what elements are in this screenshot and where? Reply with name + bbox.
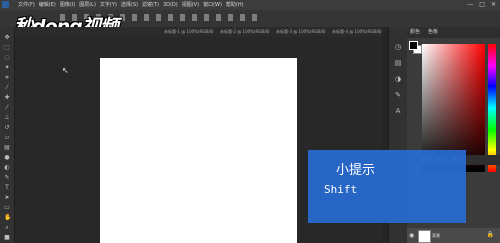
blur-tool-icon[interactable]: ●: [4, 155, 10, 161]
menu-bar: 文件(F) 编辑(E) 图像(I) 图层(L) 文字(Y) 选择(S) 滤镜(T…: [0, 0, 500, 10]
color-panel-tabs: 颜色 色板: [407, 27, 500, 38]
menu-type[interactable]: 文字(Y): [100, 1, 117, 9]
tab-swatches[interactable]: 色板: [428, 29, 438, 36]
layer-name: 背景: [432, 233, 440, 238]
layer-row-background[interactable]: ◉ 背景 🔒: [407, 228, 500, 243]
menu-help[interactable]: 帮助(H): [226, 1, 244, 9]
tip-overlay: 小提示 Shift: [308, 150, 466, 223]
close-button[interactable]: ✕: [491, 1, 496, 9]
menu-window[interactable]: 窗口(W): [203, 1, 222, 9]
menu-3d[interactable]: 3D(D): [163, 1, 178, 9]
tools-panel: ✥ ⬚ ◌ ✦ ⌗ ⁄ ✚ ⁄ ⊥ ↺ ▱ ▤ ● ◐ ✎ T ➤ ▭ ✋ ⌕ …: [0, 27, 15, 243]
zoom-tool-icon[interactable]: ⌕: [4, 225, 10, 231]
dodge-tool-icon[interactable]: ◐: [4, 165, 10, 171]
menu-select[interactable]: 选择(S): [121, 1, 138, 9]
character-panel-icon[interactable]: A: [394, 107, 402, 115]
distribute-center-icon[interactable]: [144, 14, 149, 21]
visibility-eye-icon[interactable]: ◉: [409, 232, 414, 239]
mouse-cursor-icon: ↖: [62, 66, 69, 75]
distribute-left-icon[interactable]: [132, 14, 137, 21]
tab-doc-3[interactable]: 未标题-3 @ 100%(RGB/8): [276, 28, 326, 36]
brush-panel-icon[interactable]: ✎: [394, 91, 402, 99]
magic-wand-tool-icon[interactable]: ✦: [4, 65, 10, 71]
foreground-color-swatch[interactable]: [409, 41, 418, 50]
brush-tool-icon[interactable]: ⁄: [4, 105, 10, 111]
foreground-background-icon[interactable]: ■: [4, 235, 10, 241]
tab-doc-1[interactable]: 未标题-1 @ 100%(RGB/8): [164, 28, 214, 36]
clone-stamp-tool-icon[interactable]: ⊥: [4, 115, 10, 121]
distribute-middle-icon[interactable]: [180, 14, 185, 21]
distribute-bottom-icon[interactable]: [192, 14, 197, 21]
document-tabs: 未标题-1 @ 100%(RGB/8) 未标题-2 @ 100%(RGB/8) …: [14, 27, 382, 37]
minimize-button[interactable]: —: [467, 1, 473, 9]
adjustments-panel-icon[interactable]: ◑: [394, 75, 402, 83]
3d-roll-icon[interactable]: [240, 14, 245, 21]
move-tool-icon[interactable]: ✥: [4, 35, 10, 41]
menu-filter[interactable]: 滤镜(T): [142, 1, 159, 9]
type-tool-icon[interactable]: T: [4, 185, 10, 191]
hue-slider[interactable]: [488, 44, 496, 172]
history-brush-tool-icon[interactable]: ↺: [4, 125, 10, 131]
healing-brush-tool-icon[interactable]: ✚: [4, 95, 10, 101]
3d-rotate-icon[interactable]: [228, 14, 233, 21]
tab-doc-2[interactable]: 未标题-2 @ 100%(RGB/8): [220, 28, 270, 36]
crop-tool-icon[interactable]: ⌗: [4, 75, 10, 81]
align-bottom-icon[interactable]: [120, 14, 125, 21]
menu-view[interactable]: 视图(V): [182, 1, 199, 9]
lock-icon: 🔒: [486, 231, 494, 238]
pen-tool-icon[interactable]: ✎: [4, 175, 10, 181]
eyedropper-tool-icon[interactable]: ⁄: [4, 85, 10, 91]
maximize-button[interactable]: □: [479, 1, 485, 9]
menu-file[interactable]: 文件(F): [18, 1, 35, 9]
3d-mode-icon[interactable]: [216, 14, 221, 21]
tab-color[interactable]: 颜色: [410, 29, 420, 36]
path-selection-tool-icon[interactable]: ➤: [4, 195, 10, 201]
auto-align-icon[interactable]: [204, 14, 209, 21]
hand-tool-icon[interactable]: ✋: [4, 215, 11, 221]
distribute-top-icon[interactable]: [168, 14, 173, 21]
window-controls: — □ ✕: [467, 1, 496, 9]
menu-edit[interactable]: 编辑(E): [39, 1, 56, 9]
tip-body: Shift: [324, 183, 358, 196]
marquee-tool-icon[interactable]: ⬚: [4, 45, 10, 51]
eraser-tool-icon[interactable]: ▱: [4, 135, 10, 141]
tip-title: 小提示: [336, 163, 376, 178]
menu-items: 文件(F) 编辑(E) 图像(I) 图层(L) 文字(Y) 选择(S) 滤镜(T…: [18, 1, 244, 9]
menu-image[interactable]: 图像(I): [60, 1, 75, 9]
menu-layer[interactable]: 图层(L): [79, 1, 96, 9]
tab-doc-4[interactable]: 未标题-4 @ 100%(RGB/8): [332, 28, 382, 36]
lasso-tool-icon[interactable]: ◌: [4, 55, 10, 61]
photoshop-logo-icon: [2, 1, 9, 8]
document-canvas[interactable]: [100, 58, 297, 243]
rectangle-tool-icon[interactable]: ▭: [4, 205, 10, 211]
3d-pan-icon[interactable]: [252, 14, 257, 21]
properties-panel-icon[interactable]: ▤: [394, 59, 402, 67]
layer-thumbnail: [418, 230, 431, 243]
distribute-right-icon[interactable]: [156, 14, 161, 21]
history-panel-icon[interactable]: ◷: [394, 43, 402, 51]
gradient-tool-icon[interactable]: ▤: [4, 145, 10, 151]
